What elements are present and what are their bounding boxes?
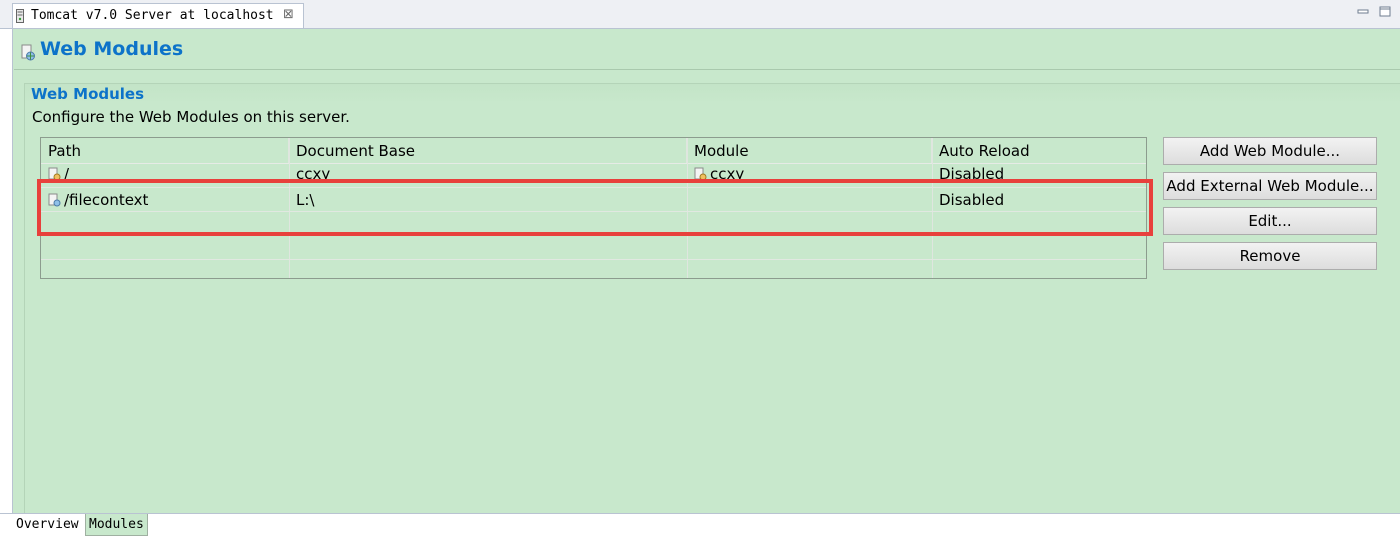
edit-button[interactable]: Edit... (1163, 207, 1377, 235)
column-header-module[interactable]: Module (687, 138, 932, 164)
server-icon (16, 9, 24, 23)
title-divider (14, 69, 1400, 70)
editor-tab-label: Tomcat v7.0 Server at localhost (31, 8, 274, 23)
remove-button[interactable]: Remove (1163, 242, 1377, 270)
web-module-icon (21, 44, 35, 61)
section-title[interactable]: Web Modules (31, 85, 144, 103)
column-header-auto-reload[interactable]: Auto Reload (932, 138, 1146, 164)
add-external-web-module-button[interactable]: Add External Web Module... (1163, 172, 1377, 200)
page-tab-bar (0, 513, 1400, 542)
section-header (25, 84, 1400, 104)
editor-tab[interactable]: Tomcat v7.0 Server at localhost ⊠ (12, 3, 304, 28)
empty-table-row (41, 236, 1146, 260)
maximize-icon[interactable] (1378, 6, 1394, 18)
close-tab-icon[interactable]: ⊠ (283, 7, 294, 22)
add-web-module-button[interactable]: Add Web Module... (1163, 137, 1377, 165)
highlight-box (37, 179, 1153, 236)
column-header-path[interactable]: Path (41, 138, 289, 164)
minimize-icon[interactable] (1356, 6, 1372, 18)
tab-modules[interactable]: Modules (85, 514, 148, 536)
tab-overview[interactable]: Overview (13, 514, 85, 536)
page-title: Web Modules (40, 38, 184, 60)
section-description: Configure the Web Modules on this server… (32, 108, 350, 126)
column-header-document-base[interactable]: Document Base (289, 138, 687, 164)
